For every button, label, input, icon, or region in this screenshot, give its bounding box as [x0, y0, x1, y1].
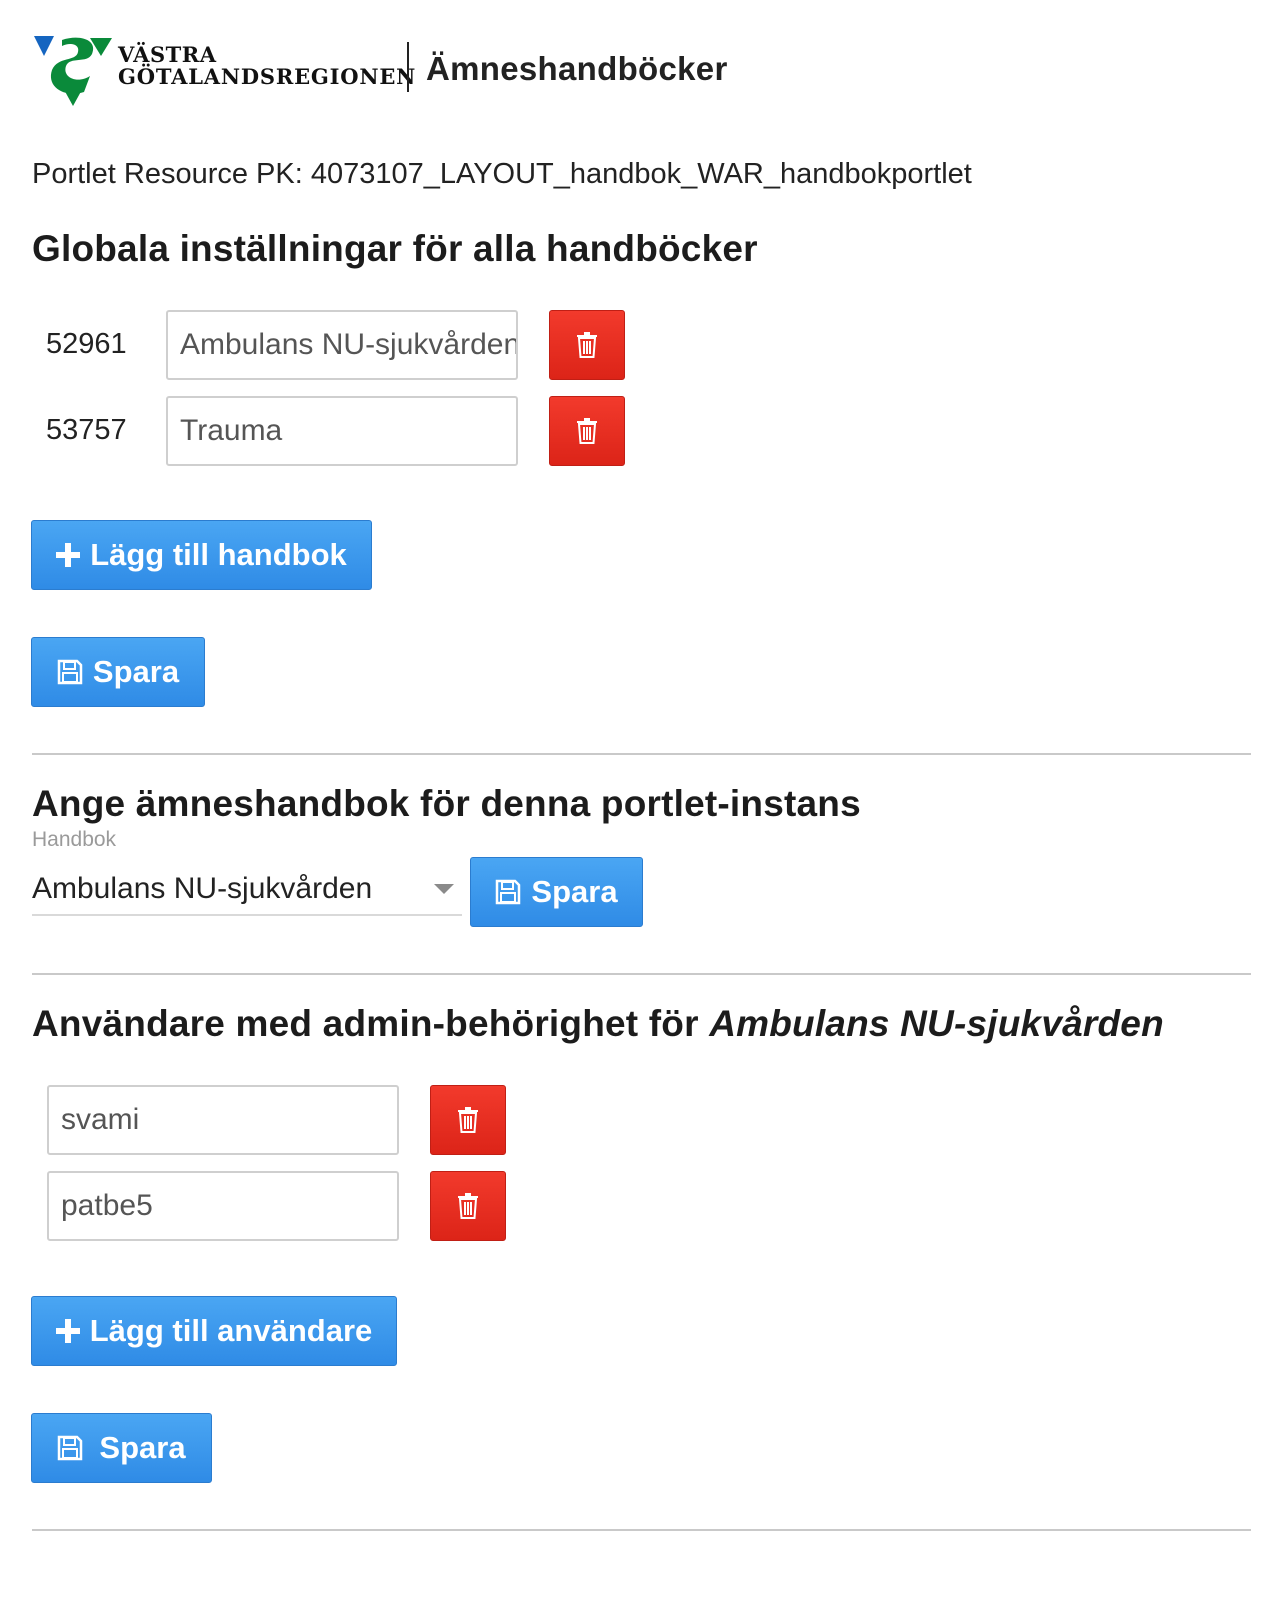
trash-icon	[577, 332, 597, 358]
delete-user-button[interactable]	[430, 1171, 506, 1241]
floppy-disk-icon	[57, 659, 83, 685]
admin-user-field[interactable]: svami	[47, 1085, 399, 1155]
trash-icon	[458, 1107, 478, 1133]
handbook-id: 52961	[46, 328, 127, 360]
save-instance-button[interactable]: Spara	[470, 857, 643, 927]
handbook-select[interactable]: Ambulans NU-sjukvården	[32, 864, 462, 916]
global-settings-heading: Globala inställningar för alla handböcke…	[32, 228, 758, 269]
section-divider	[32, 1529, 1251, 1531]
admins-heading-prefix: Användare med admin-behörighet för	[32, 1003, 710, 1044]
handbook-select-label: Handbok	[32, 828, 117, 851]
delete-user-button[interactable]	[430, 1085, 506, 1155]
add-handbook-label: Lägg till handbok	[90, 537, 347, 572]
plus-icon	[56, 543, 81, 567]
handbook-id: 53757	[46, 414, 127, 446]
save-admins-button[interactable]: Spara	[31, 1413, 212, 1483]
org-name-line1: VÄSTRA	[118, 42, 217, 67]
caret-down-icon	[434, 884, 454, 894]
plus-icon	[55, 1319, 80, 1343]
portlet-resource-pk: Portlet Resource PK: 4073107_LAYOUT_hand…	[32, 158, 972, 190]
handbook-select-value: Ambulans NU-sjukvården	[32, 872, 373, 905]
add-user-label: Lägg till användare	[89, 1313, 373, 1348]
admins-heading-handbook: Ambulans NU-sjukvården	[709, 1003, 1164, 1044]
vgr-logo-icon	[34, 36, 112, 106]
org-name-line2: GÖTALANDSREGIONEN	[118, 64, 417, 89]
save-global-label: Spara	[92, 654, 180, 689]
save-instance-label: Spara	[531, 874, 618, 909]
save-admins-label: Spara	[99, 1430, 186, 1465]
delete-handbook-button[interactable]	[549, 310, 625, 380]
add-handbook-button[interactable]: Lägg till handbok	[31, 520, 372, 590]
admin-user-field[interactable]: patbe5	[47, 1171, 399, 1241]
trash-icon	[577, 418, 597, 444]
handbook-name-field[interactable]: Trauma	[166, 396, 518, 466]
save-global-button[interactable]: Spara	[31, 637, 205, 707]
trash-icon	[458, 1193, 478, 1219]
section-divider	[32, 973, 1251, 975]
add-user-button[interactable]: Lägg till användare	[31, 1296, 397, 1366]
handbook-name-field[interactable]: Ambulans NU-sjukvården	[166, 310, 518, 380]
floppy-disk-icon	[496, 879, 521, 905]
admins-heading: Användare med admin-behörighet för Ambul…	[32, 1003, 1164, 1045]
header-divider	[407, 42, 409, 92]
delete-handbook-button[interactable]	[549, 396, 625, 466]
app-title: Ämneshandböcker	[426, 50, 728, 87]
org-name: VÄSTRA GÖTALANDSREGIONEN	[118, 44, 416, 88]
section-divider	[32, 753, 1251, 755]
floppy-disk-icon	[58, 1435, 83, 1461]
instance-heading: Ange ämneshandbok för denna portlet-inst…	[32, 783, 861, 824]
